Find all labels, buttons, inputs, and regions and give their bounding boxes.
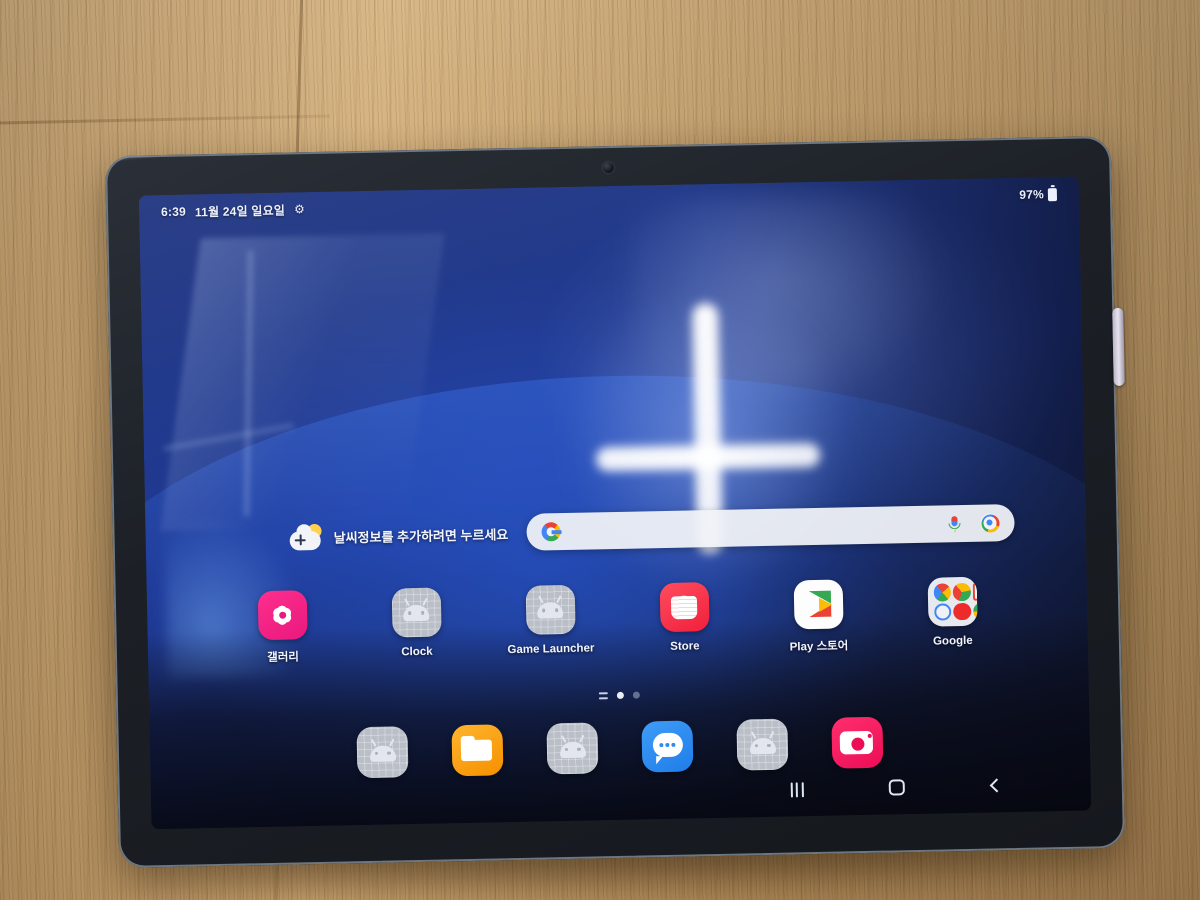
app-clock[interactable]: Clock xyxy=(349,587,484,664)
app-label: Play 스토어 xyxy=(789,640,849,654)
app-store[interactable]: Store xyxy=(617,581,752,658)
folder-mini-gmail xyxy=(972,582,978,601)
hamburger-icon[interactable] xyxy=(598,692,608,700)
window-reflection xyxy=(159,233,445,532)
recents-icon[interactable] xyxy=(777,774,818,805)
page-dot-2[interactable] xyxy=(632,691,640,699)
google-folder-icon[interactable] xyxy=(927,576,978,627)
google-lens-icon[interactable] xyxy=(980,513,1000,533)
weather-add-icon xyxy=(289,523,324,551)
plus-shape xyxy=(295,534,306,545)
tablet-device: 6:39 11월 24일 일요일 ⚙ 97% 날씨정보를 추가하려면 누르세요 xyxy=(104,135,1126,869)
google-g-icon xyxy=(541,522,561,542)
folder-mini-photos xyxy=(972,601,978,620)
front-camera-icon xyxy=(602,161,614,174)
app-label: Clock xyxy=(401,645,433,659)
placeholder-android-icon[interactable] xyxy=(391,587,442,638)
glare-horizontal-bar xyxy=(595,443,821,472)
page-dot-1[interactable] xyxy=(616,691,624,700)
app-gallery[interactable]: 갤러리 xyxy=(215,589,350,666)
stylus-pen[interactable] xyxy=(1112,307,1125,386)
weather-prompt-label: 날씨정보를 추가하려면 누르세요 xyxy=(333,526,509,546)
galaxy-store-icon[interactable] xyxy=(659,582,710,633)
app-play-store[interactable]: Play 스토어 xyxy=(751,579,886,656)
folder-mini-chrome xyxy=(952,582,971,601)
gear-icon[interactable]: ⚙ xyxy=(294,202,305,216)
app-google-folder[interactable]: Google xyxy=(885,576,1020,653)
microphone-icon[interactable] xyxy=(945,514,964,533)
app-label: Game Launcher xyxy=(507,642,595,657)
status-bar-right: 97% xyxy=(1019,187,1058,202)
weather-widget-prompt[interactable]: 날씨정보를 추가하려면 누르세요 xyxy=(289,520,509,551)
status-bar-left: 6:39 11월 24일 일요일 ⚙ xyxy=(161,201,305,221)
search-input[interactable] xyxy=(561,524,946,532)
battery-full-icon xyxy=(1047,187,1058,201)
back-icon[interactable] xyxy=(976,770,1017,801)
tablet-screen[interactable]: 6:39 11월 24일 일요일 ⚙ 97% 날씨정보를 추가하려면 누르세요 xyxy=(138,176,1092,830)
app-label: 갤러리 xyxy=(267,651,300,665)
status-time: 6:39 xyxy=(160,204,187,220)
desk-seam-line-secondary xyxy=(0,114,330,125)
folder-mini-maps xyxy=(933,602,952,621)
folder-mini-youtube xyxy=(953,602,971,621)
app-game-launcher[interactable]: Game Launcher xyxy=(483,584,618,661)
app-label: Store xyxy=(670,640,700,653)
battery-percent-label: 97% xyxy=(1019,187,1045,202)
app-label: Google xyxy=(932,634,973,648)
play-store-icon[interactable] xyxy=(793,579,844,630)
home-icon[interactable] xyxy=(876,772,917,803)
gallery-icon[interactable] xyxy=(257,590,308,641)
folder-mini-google xyxy=(933,583,952,602)
placeholder-android-icon[interactable] xyxy=(525,584,576,635)
status-date: 11월 24일 일요일 xyxy=(194,203,286,219)
